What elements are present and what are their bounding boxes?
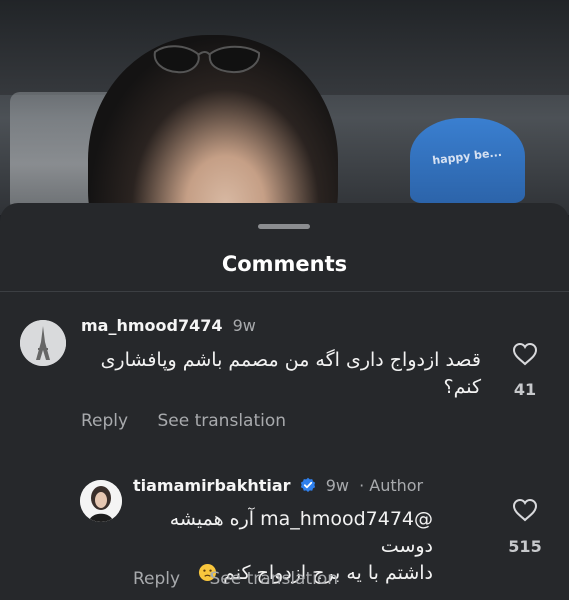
comment-header: ma_hmood7474 9w: [81, 316, 256, 335]
avatar[interactable]: [20, 320, 66, 366]
avatar[interactable]: [80, 480, 122, 522]
header-divider: [0, 291, 569, 292]
comments-screen: happy be... Comments ma_hmood7474 9w قصد…: [0, 0, 569, 600]
heart-outline-icon[interactable]: [512, 342, 538, 366]
comment-username[interactable]: ma_hmood7474: [81, 316, 223, 335]
comment-text: قصد ازدواج داری اگه من مصمم باشم وپافشار…: [81, 347, 481, 401]
author-label: · Author: [359, 476, 424, 495]
comments-sheet[interactable]: Comments ma_hmood7474 9w قصد ازدواج داری…: [0, 203, 569, 600]
reply-button[interactable]: Reply: [133, 569, 180, 589]
comment-time: 9w: [325, 476, 349, 495]
comment-text-line: @ma_hmood7474 آره همیشه دوست: [169, 508, 433, 557]
comment-time: 9w: [232, 316, 256, 335]
heart-outline-icon[interactable]: [512, 498, 538, 522]
sunglasses-image: [153, 45, 261, 74]
reply-comment-item: tiamamirbakhtiar 9w · Author @ma_hmood74…: [0, 470, 569, 595]
like-count: 515: [508, 537, 542, 556]
sheet-drag-handle[interactable]: [258, 224, 310, 229]
author-avatar-icon: [80, 480, 122, 522]
like-count: 41: [513, 380, 537, 399]
comments-title: Comments: [221, 252, 348, 276]
comment-text-line: کنم؟: [443, 376, 481, 398]
see-translation-button[interactable]: See translation: [158, 411, 287, 431]
comment-text-line: قصد ازدواج داری اگه من مصمم باشم وپافشار…: [100, 349, 481, 371]
comment-header: tiamamirbakhtiar 9w · Author: [133, 476, 423, 495]
verified-badge-icon: [300, 477, 315, 492]
see-translation-button[interactable]: See translation: [210, 569, 339, 589]
eiffel-tower-avatar-icon: [20, 320, 66, 366]
reply-button[interactable]: Reply: [81, 411, 128, 431]
comment-item: ma_hmood7474 9w قصد ازدواج داری اگه من م…: [0, 312, 569, 437]
comment-actions: Reply See translation: [133, 569, 338, 589]
video-background: happy be...: [0, 0, 569, 215]
comment-username[interactable]: tiamamirbakhtiar: [133, 476, 291, 495]
comment-actions: Reply See translation: [81, 411, 286, 431]
